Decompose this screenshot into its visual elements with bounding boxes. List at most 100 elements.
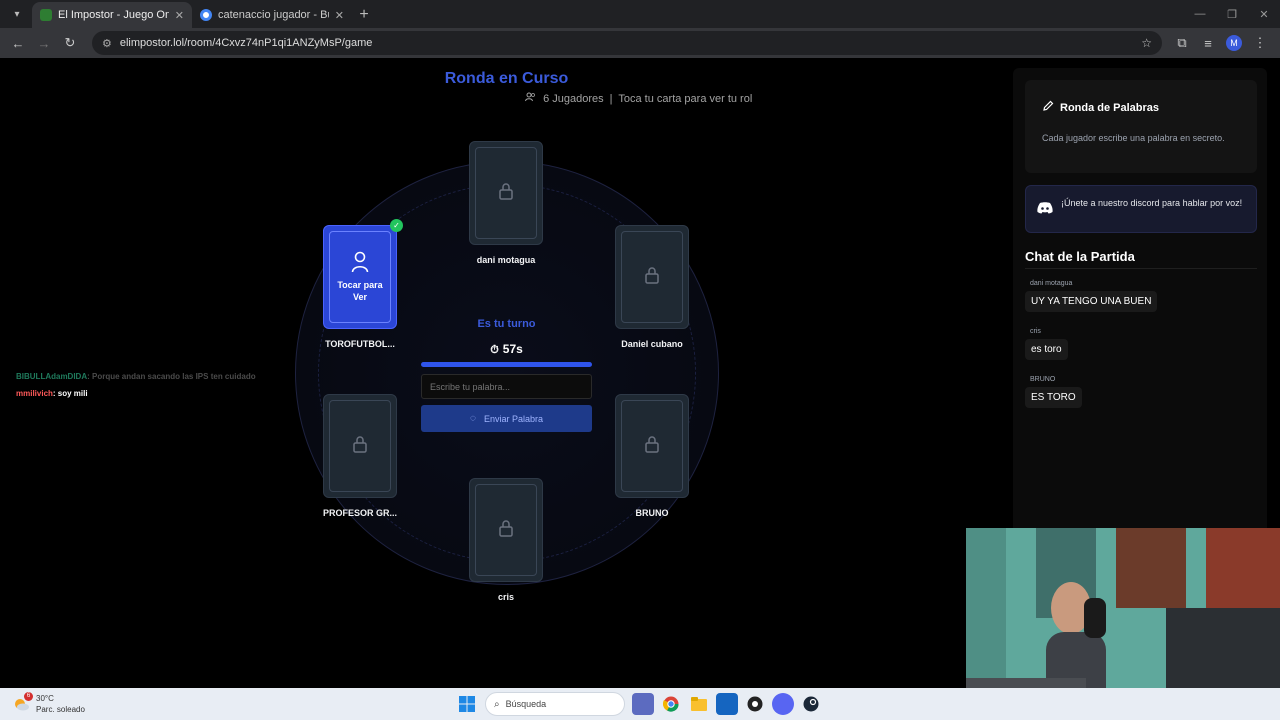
turn-timer: ⏱ 57s [421, 342, 592, 357]
chat-message: cris es toro [1025, 328, 1068, 360]
lock-icon [498, 519, 514, 542]
media-icon[interactable]: ≡ [1196, 31, 1220, 55]
chat-user: mmilivich [16, 389, 53, 398]
maximize-icon[interactable]: ❐ [1216, 0, 1248, 28]
browser-chrome: ▾ El Impostor - Juego Online Gra ✕ caten… [0, 0, 1280, 58]
chat-app-icon[interactable] [632, 693, 654, 715]
search-icon: ⌕ [494, 698, 500, 710]
round-title: Ronda de Palabras [1060, 101, 1160, 114]
site-info-icon[interactable]: ⚙ [102, 37, 112, 50]
tab-strip: ▾ El Impostor - Juego Online Gra ✕ caten… [0, 0, 1280, 28]
discord-icon [1037, 201, 1053, 219]
message-bubble: es toro [1025, 339, 1068, 360]
chrome-icon[interactable] [660, 693, 682, 715]
impostor-favicon-icon [40, 9, 52, 21]
player-card-daniel-cubano [615, 225, 689, 329]
chat-user: BIBULLAdamDIDA [16, 372, 88, 381]
browser-toolbar: ← → ↻ ⚙ elimpostor.lol/room/4Cxvz74nP1qi… [0, 28, 1280, 58]
message-bubble: UY YA TENGO UNA BUEN [1025, 291, 1158, 312]
bookmark-star-icon[interactable]: ☆ [1141, 36, 1152, 50]
address-bar[interactable]: ⚙ elimpostor.lol/room/4Cxvz74nP1qi1ANZyM… [92, 31, 1162, 55]
tab-title: El Impostor - Juego Online Gra [58, 9, 169, 21]
taskbar-apps: ⌕ Búsqueda [453, 692, 825, 716]
tab-elimpostor[interactable]: El Impostor - Juego Online Gra ✕ [32, 2, 192, 28]
lock-icon [498, 182, 514, 205]
player-name: cris [497, 592, 514, 602]
obs-icon[interactable] [744, 693, 766, 715]
search-label: Búsqueda [505, 699, 547, 709]
extensions-icon[interactable]: ⧉ [1170, 31, 1194, 55]
new-tab-icon[interactable]: + [352, 6, 376, 24]
discord-banner[interactable]: ¡Únete a nuestro discord para hablar por… [1025, 185, 1257, 233]
separator: | [609, 93, 613, 105]
message-author: BRUNO [1030, 376, 1056, 383]
pencil-icon [1042, 100, 1054, 115]
send-word-button[interactable]: ◌ Enviar Palabra [421, 405, 592, 432]
weather-condition: Parc. soleado [36, 705, 85, 714]
stream-chat-line: mmilivich: soy mili [16, 389, 256, 398]
lock-icon [644, 435, 660, 458]
tab-search-icon[interactable]: ▾ [6, 3, 28, 25]
player-card-profesor [323, 394, 397, 498]
lock-icon [644, 266, 660, 289]
file-explorer-icon[interactable] [688, 693, 710, 715]
temperature: 30°C [36, 694, 54, 703]
players-count: 6 Jugadores [543, 93, 604, 105]
player-card-dani-motagua [469, 141, 543, 245]
chat-title: Chat de la Partida [1025, 249, 1135, 264]
chat-text: : soy mili [52, 389, 88, 398]
minimize-icon[interactable]: — [1184, 0, 1216, 28]
menu-kebab-icon[interactable]: ⋮ [1248, 31, 1272, 55]
timer-value: 57s [502, 342, 523, 356]
check-icon: ✓ [390, 219, 403, 232]
chat-text: : Porque andan sacando las IPS ten cuida… [87, 372, 256, 381]
profile-avatar[interactable]: M [1222, 31, 1246, 55]
user-icon [351, 251, 369, 276]
check-circle-icon: ◌ [470, 413, 476, 424]
divider [1025, 268, 1257, 269]
player-name: TOROFUTBOL... [325, 339, 395, 349]
url-text: elimpostor.lol/room/4Cxvz74nP1qi1ANZyMsP… [119, 37, 373, 49]
tab-title: catenaccio jugador - Buscar c [218, 9, 329, 21]
users-icon [525, 92, 539, 105]
chat-message: dani motagua UY YA TENGO UNA BUEN [1025, 280, 1158, 312]
reveal-card-label: Tocar para Ver [337, 280, 383, 302]
tab-google-search[interactable]: catenaccio jugador - Buscar c ✕ [192, 2, 352, 28]
player-card-cris [469, 478, 543, 582]
player-name: PROFESOR GR... [322, 508, 397, 518]
stream-chat-overlay: BIBULLAdamDIDA: Porque andan sacando las… [16, 372, 256, 406]
lock-icon [352, 435, 368, 458]
store-icon[interactable] [716, 693, 738, 715]
close-window-icon[interactable]: ✕ [1248, 0, 1280, 28]
taskbar-search[interactable]: ⌕ Búsqueda [485, 692, 625, 716]
round-info-box: Ronda de Palabras Cada jugador escribe u… [1025, 80, 1257, 173]
discord-taskbar-icon[interactable] [772, 693, 794, 715]
instruction-text: Toca tu carta para ver tu rol [618, 93, 753, 105]
send-word-label: Enviar Palabra [483, 413, 543, 424]
stopwatch-icon: ⏱ [490, 344, 499, 356]
message-author: cris [1030, 328, 1041, 335]
profile-initial: M [1226, 35, 1242, 51]
windows-start-icon[interactable] [456, 693, 478, 715]
steam-icon[interactable] [800, 693, 822, 715]
windows-taskbar: 6 30°C Parc. soleado ⌕ Búsqueda [0, 688, 1280, 720]
round-heading: Ronda de Palabras [1042, 100, 1159, 115]
weather-widget[interactable]: 6 30°C Parc. soleado [12, 692, 85, 715]
close-tab-icon[interactable]: ✕ [335, 9, 344, 22]
player-name: dani motagua [476, 255, 536, 265]
word-input[interactable] [421, 374, 592, 399]
player-name: Daniel cubano [621, 339, 683, 349]
weather-badge: 6 [24, 692, 33, 701]
page-title: Ronda en Curso [444, 70, 569, 87]
round-description: Cada jugador escribe una palabra en secr… [1042, 133, 1225, 143]
window-controls: — ❐ ✕ [1184, 0, 1280, 28]
back-icon[interactable]: ← [6, 31, 30, 55]
reload-icon[interactable]: ↻ [58, 31, 82, 55]
sun-cloud-icon: 6 [12, 692, 33, 713]
timer-progress-bar [421, 362, 592, 367]
message-bubble: ES TORO [1025, 387, 1082, 408]
my-card[interactable]: Tocar para Ver ✓ [323, 219, 403, 329]
discord-text: ¡Únete a nuestro discord para hablar por… [1061, 198, 1243, 208]
close-tab-icon[interactable]: ✕ [175, 9, 184, 22]
forward-icon[interactable]: → [32, 31, 56, 55]
